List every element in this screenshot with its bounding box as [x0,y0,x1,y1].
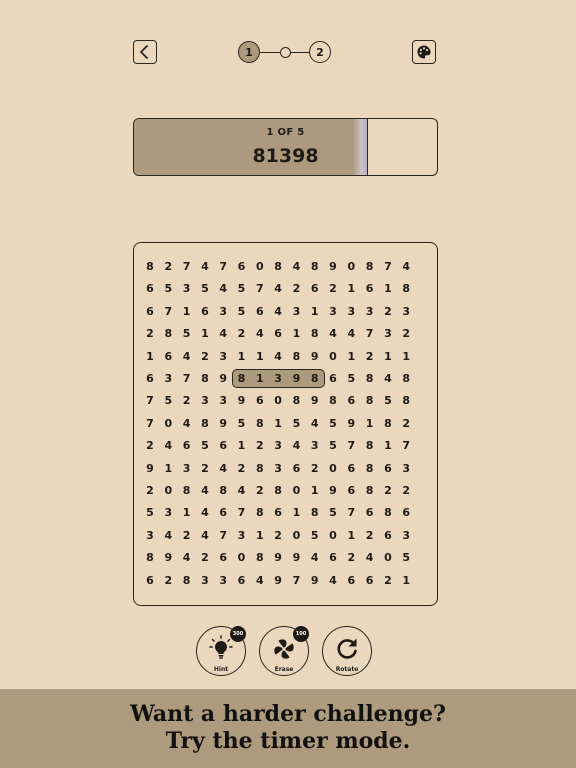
grid-cell[interactable]: 2 [395,323,417,345]
grid-cell[interactable]: 1 [395,346,417,368]
grid-cell[interactable]: 6 [395,502,417,524]
erase-button[interactable]: Erase 100 [259,626,309,676]
hint-label: Hint [213,666,229,673]
grid-cell[interactable]: 3 [395,301,417,323]
promo-headline: Want a harder challenge? [130,701,446,727]
theme-button[interactable] [412,40,436,64]
top-bar: 1 2 [0,0,576,100]
puzzle-counter: 1 OF 5 [266,127,305,138]
rotate-button[interactable]: Rotate [322,626,372,676]
stepper-connector [260,52,280,53]
erase-label: Erase [274,666,294,673]
erase-count-badge: 100 [293,626,309,642]
grid-cell[interactable]: 7 [395,435,417,457]
step-1: 1 [238,41,260,63]
grid-cell[interactable]: 3 [395,458,417,480]
grid-cell[interactable]: 8 [395,278,417,300]
rotate-label: Rotate [335,666,359,673]
grid-cell[interactable]: 2 [395,480,417,502]
hint-count-badge: 300 [230,626,246,642]
chevron-left-icon [140,45,148,59]
step-progress-dot [280,47,291,58]
promo-banner: Want a harder challenge? Try the timer m… [0,689,576,768]
tool-bar: Hint 300 Erase 100 Rotate [0,626,576,680]
step-2: 2 [309,41,331,63]
promo-subline: Try the timer mode. [165,728,411,754]
level-stepper: 1 2 [238,41,334,63]
target-progress-card: 1 OF 5 81398 [133,118,438,176]
hint-button[interactable]: Hint 300 [196,626,246,676]
palette-icon [417,45,431,59]
grid-cell[interactable]: 8 [395,368,417,390]
grid-cell[interactable]: 4 [395,256,417,278]
grid-cell[interactable]: 8 [395,390,417,412]
stepper-connector [291,52,309,53]
number-grid[interactable]: 8274760848908746535457426216186716356431… [133,242,438,606]
rotate-icon [337,638,357,659]
grid-cell[interactable]: 3 [395,525,417,547]
grid-cell[interactable]: 1 [395,570,417,592]
back-button[interactable] [133,40,157,64]
grid-cell[interactable]: 2 [395,413,417,435]
target-number: 81398 [252,145,319,167]
grid-cell[interactable]: 5 [395,547,417,569]
